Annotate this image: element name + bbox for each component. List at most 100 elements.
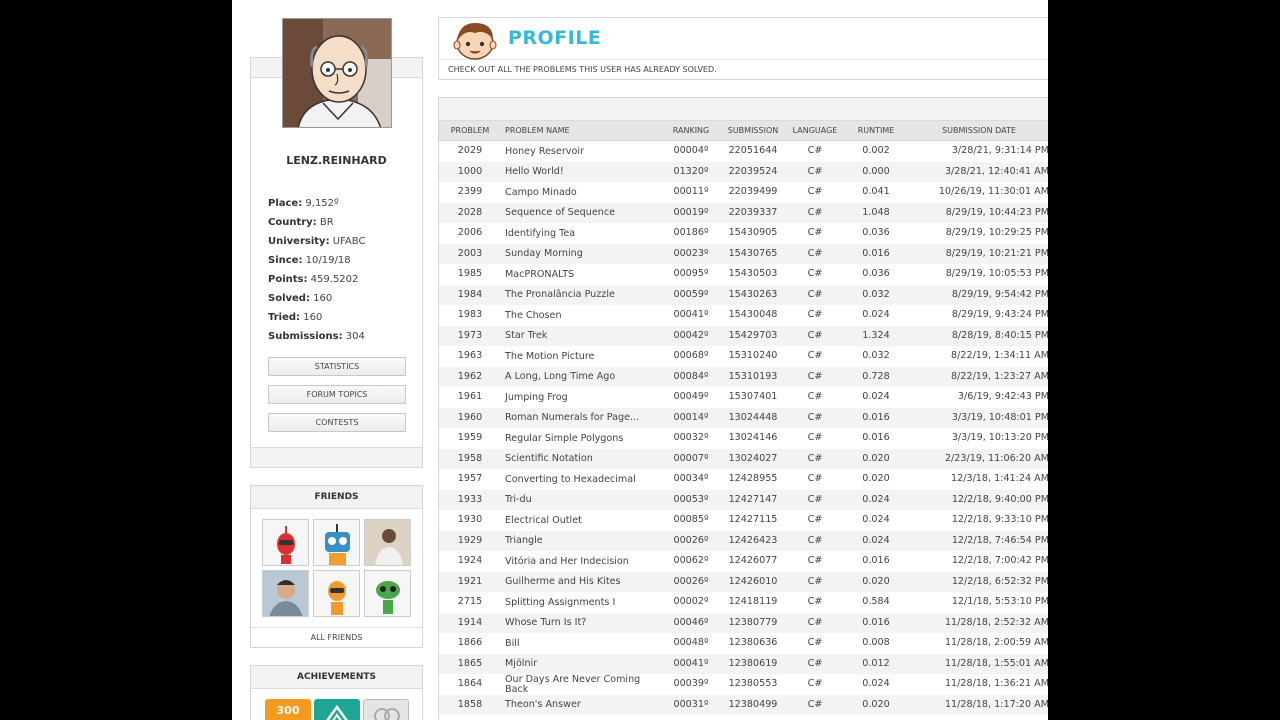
table-row[interactable]: 1959 Regular Simple Polygons 00032º 1302414…: [439, 428, 1048, 449]
submission-id[interactable]: 15307401: [721, 387, 785, 408]
problem-id[interactable]: 1914: [439, 613, 501, 634]
problem-name-link[interactable]: Sunday Morning: [505, 245, 655, 264]
submission-id[interactable]: 12426010: [721, 572, 785, 593]
submission-id[interactable]: 22039499: [721, 182, 785, 203]
table-row[interactable]: 1973 Star Trek 00042º 15429703 C# 1.324 8/28/1…: [439, 325, 1048, 347]
submission-id[interactable]: 22051644: [721, 141, 785, 162]
achievement-badge[interactable]: 300: [265, 699, 311, 720]
submission-id[interactable]: 12380779: [721, 613, 785, 634]
table-row[interactable]: 1914 Whose Turn Is It? 00046º 12380779 C# 0.0…: [439, 612, 1048, 634]
problem-name-link[interactable]: Roman Numerals for Page...: [505, 409, 655, 428]
all-friends-link[interactable]: ALL FRIENDS: [251, 627, 422, 647]
problem-name-link[interactable]: Our Days Are Never Coming Back: [505, 674, 655, 694]
submission-id[interactable]: 12428955: [721, 469, 785, 490]
table-row[interactable]: 1985 MacPRONALTS 00095º 15430503 C# 0.036 8/29…: [439, 264, 1048, 285]
table-row[interactable]: 1929 Triangle 00026º 12426423 C# 0.024 12/2/18…: [439, 530, 1048, 551]
submission-id[interactable]: 12380553: [721, 674, 785, 695]
problem-name-link[interactable]: Honey Reservoir: [505, 142, 655, 161]
submission-id[interactable]: 15430503: [721, 264, 785, 285]
table-row[interactable]: 1924 Vitória and Her Indecision 00062º 1242…: [439, 551, 1048, 572]
problem-id[interactable]: 1930: [439, 510, 501, 531]
table-row[interactable]: 1858 Theon's Answer 00031º 12380499 C# 0.020 1…: [439, 694, 1048, 716]
table-row[interactable]: 1961 Jumping Frog 00049º 15307401 C# 0.024 3/6…: [439, 387, 1048, 408]
contests-button[interactable]: CONTESTS: [268, 413, 406, 432]
statistics-button[interactable]: STATISTICS: [268, 357, 406, 376]
problem-name-link[interactable]: The Pronalância Puzzle: [505, 286, 655, 305]
col-language[interactable]: LANGUAGE: [785, 121, 845, 141]
col-submission-date[interactable]: SUBMISSION DATE: [919, 121, 1039, 141]
friend-avatar[interactable]: [262, 519, 309, 566]
table-row[interactable]: 1864 Our Days Are Never Coming Back 00039º…: [439, 674, 1048, 695]
achievement-badge[interactable]: [363, 699, 409, 720]
col-problem-name[interactable]: PROBLEM NAME: [505, 121, 655, 141]
table-row[interactable]: 1866 Bill 00048º 12380636 C# 0.008 11/28/18, 2…: [439, 633, 1048, 654]
problem-id[interactable]: 2715: [439, 592, 501, 613]
problem-id[interactable]: 1933: [439, 490, 501, 511]
problem-name-link[interactable]: Whose Turn Is It?: [505, 614, 655, 633]
table-row[interactable]: 1963 The Motion Picture 00068º 15310240 C# 0.…: [439, 346, 1048, 367]
submission-id[interactable]: 12427147: [721, 490, 785, 511]
problem-name-link[interactable]: The Motion Picture: [505, 347, 655, 366]
problem-id[interactable]: 1962: [439, 367, 501, 388]
submission-id[interactable]: 12380619: [721, 654, 785, 675]
problem-id[interactable]: 1960: [439, 408, 501, 429]
submission-id[interactable]: 15310240: [721, 346, 785, 367]
table-row[interactable]: 1962 A Long, Long Time Ago 00084º 15310193 C…: [439, 366, 1048, 388]
problem-name-link[interactable]: Theon's Answer: [505, 696, 655, 715]
table-row[interactable]: 1000 Hello World! 01320º 22039524 C# 0.000 3/2…: [439, 161, 1048, 183]
problem-name-link[interactable]: Sequence of Sequence: [505, 204, 655, 223]
friend-avatar[interactable]: [313, 570, 360, 617]
table-row[interactable]: 2028 Sequence of Sequence 00019º 22039337 C#…: [439, 202, 1048, 224]
problem-name-link[interactable]: Converting to Hexadecimal: [505, 470, 655, 489]
table-row[interactable]: 2003 Sunday Morning 00023º 15430765 C# 0.016 8…: [439, 243, 1048, 264]
problem-id[interactable]: 1921: [439, 572, 501, 593]
submission-id[interactable]: 15430048: [721, 305, 785, 326]
problem-name-link[interactable]: The Chosen: [505, 306, 655, 325]
table-row[interactable]: 1957 Converting to Hexadecimal 00034º 12428…: [439, 469, 1048, 490]
submission-id[interactable]: 15430905: [721, 223, 785, 244]
problem-id[interactable]: 1000: [439, 162, 501, 183]
problem-id[interactable]: 1858: [439, 695, 501, 716]
problem-name-link[interactable]: Triangle: [505, 532, 655, 551]
problem-id[interactable]: 2028: [439, 203, 501, 224]
problem-name-link[interactable]: Jumping Frog: [505, 388, 655, 407]
table-row[interactable]: 1984 The Pronalância Puzzle 00059º 15430263…: [439, 284, 1048, 306]
problem-id[interactable]: 1957: [439, 469, 501, 490]
submission-id[interactable]: 15430263: [721, 285, 785, 306]
problem-name-link[interactable]: Scientific Notation: [505, 450, 655, 469]
problem-name-link[interactable]: Tri-du: [505, 491, 655, 510]
table-row[interactable]: 2399 Campo Minado 00011º 22039499 C# 0.041 10/…: [439, 182, 1048, 203]
problem-id[interactable]: 2029: [439, 141, 501, 162]
problem-id[interactable]: 2399: [439, 182, 501, 203]
problem-id[interactable]: 1958: [439, 449, 501, 470]
table-row[interactable]: 1983 The Chosen 00041º 15430048 C# 0.024 8/29/…: [439, 305, 1048, 326]
submission-id[interactable]: 13024027: [721, 449, 785, 470]
submission-id[interactable]: 12380499: [721, 695, 785, 716]
problem-name-link[interactable]: Splitting Assignments I: [505, 593, 655, 612]
problem-id[interactable]: 2006: [439, 223, 501, 244]
problem-id[interactable]: 1983: [439, 305, 501, 326]
problem-name-link[interactable]: Vitória and Her Indecision: [505, 552, 655, 571]
submission-id[interactable]: 13024448: [721, 408, 785, 429]
friend-avatar[interactable]: [313, 519, 360, 566]
problem-id[interactable]: 1865: [439, 654, 501, 675]
problem-name-link[interactable]: Hello World!: [505, 163, 655, 182]
forum-topics-button[interactable]: FORUM TOPICS: [268, 385, 406, 404]
submission-id[interactable]: 15310193: [721, 367, 785, 388]
problem-id[interactable]: 1973: [439, 326, 501, 347]
col-submission[interactable]: SUBMISSION: [721, 121, 785, 141]
problem-id[interactable]: 1959: [439, 428, 501, 449]
col-runtime[interactable]: RUNTIME: [843, 121, 909, 141]
submission-id[interactable]: 12426077: [721, 551, 785, 572]
table-row[interactable]: 1933 Tri-du 00053º 12427147 C# 0.024 12/2/18, …: [439, 489, 1048, 511]
submission-id[interactable]: 22039524: [721, 162, 785, 183]
table-row[interactable]: 1921 Guilherme and His Kites 00026º 1242601…: [439, 571, 1048, 593]
achievement-badge[interactable]: [314, 699, 360, 720]
table-row[interactable]: 1865 Mjölnir 00041º 12380619 C# 0.012 11/28/18…: [439, 653, 1048, 675]
problem-name-link[interactable]: Campo Minado: [505, 183, 655, 202]
table-row[interactable]: 1958 Scientific Notation 00007º 13024027 C# 0…: [439, 448, 1048, 470]
problem-name-link[interactable]: Bill: [505, 634, 655, 653]
problem-id[interactable]: 1864: [439, 674, 501, 695]
submission-id[interactable]: 12380636: [721, 633, 785, 654]
friend-avatar[interactable]: [364, 570, 411, 617]
